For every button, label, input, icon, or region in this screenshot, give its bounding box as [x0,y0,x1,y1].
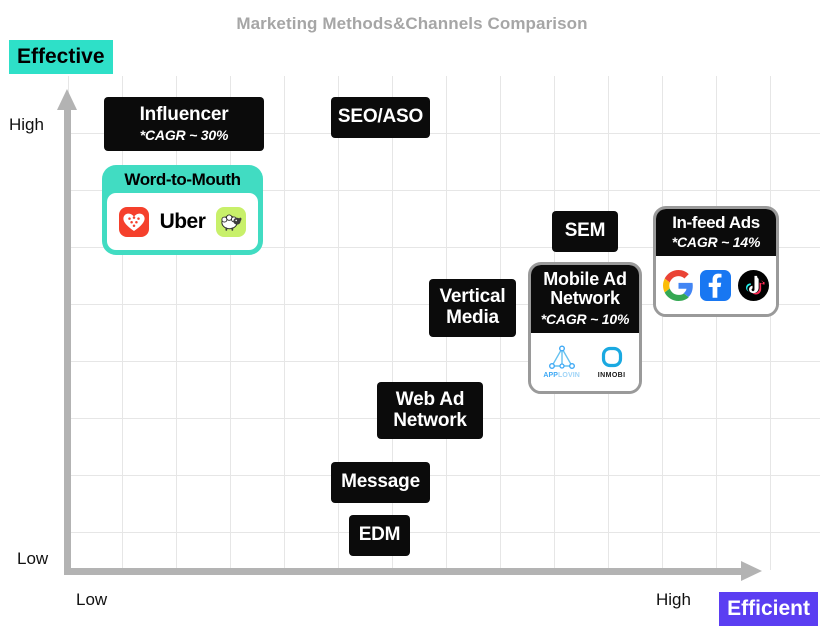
item-title-line1: Mobile Ad [543,269,627,289]
item-box-sem[interactable]: SEM [552,211,618,252]
item-title-line2: Network [550,288,620,309]
item-title: Message [341,471,420,493]
item-title: EDM [358,524,401,546]
item-cagr-note: *CAGR ~ 30% [139,127,229,144]
item-card-head: Mobile Ad Network *CAGR ~ 10% [531,265,639,333]
effective-axis-badge: Effective [9,40,113,74]
item-box-seo-aso[interactable]: SEO/ASO [331,97,430,138]
page-title: Marketing Methods&Channels Comparison [236,14,588,33]
item-box-edm[interactable]: EDM [349,515,410,556]
item-title-line1: Vertical [439,286,506,308]
logo-strip: APPLOVIN INMOBI [531,332,639,391]
logo-strip: Uber [107,193,258,250]
inmobi-logo-icon: INMOBI [597,345,627,379]
item-title-line2: Media [446,307,499,328]
item-title: Influencer [139,103,229,125]
item-card-mobile-ad-network[interactable]: Mobile Ad Network *CAGR ~ 10% APPLOVIN I… [528,262,642,394]
gridline-vertical [770,76,771,570]
gridline-vertical [716,76,717,570]
item-box-vertical-media[interactable]: Vertical Media [429,279,516,337]
logo-strip [656,256,776,314]
item-cagr-note: *CAGR ~ 14% [671,234,761,251]
x-axis-label-high: High [656,590,691,609]
x-axis-line [64,568,746,575]
gridline-horizontal [68,361,820,362]
facebook-logo-icon [700,269,732,301]
item-box-influencer[interactable]: Influencer *CAGR ~ 30% [104,97,264,151]
x-axis-label-low: Low [76,590,108,609]
item-cagr-note: *CAGR ~ 10% [540,310,630,327]
uber-logo: Uber [159,209,206,233]
item-title-line2: Network [393,409,467,431]
x-axis-arrow-icon [741,561,762,581]
applovin-wordmark: APPLOVIN [543,371,580,379]
gridline-horizontal [68,532,820,533]
y-axis-label-high: High [9,115,44,134]
item-title-line1: Web Ad [395,388,465,410]
y-axis-line [64,108,71,572]
gridline-horizontal [68,475,820,476]
efficient-axis-badge: Efficient [719,592,818,626]
item-box-web-ad-network[interactable]: Web Ad Network [377,382,483,439]
tiktok-logo-icon [737,269,769,301]
item-card-head: In-feed Ads *CAGR ~ 14% [656,209,776,257]
item-title: SEM [564,220,606,242]
y-axis-arrow-icon [57,89,77,110]
sheep-logo-icon [216,206,247,237]
gridline-vertical [284,76,285,570]
applovin-logo-icon: APPLOVIN [543,345,580,379]
item-title: Word-to-Mouth [124,170,241,189]
item-card-in-feed-ads[interactable]: In-feed Ads *CAGR ~ 14% [653,206,779,317]
inmobi-wordmark: INMOBI [597,371,626,379]
google-logo-icon [663,269,694,301]
y-axis-label-low: Low [17,549,49,568]
item-title: In-feed Ads [672,213,760,232]
gridline-vertical [662,76,663,570]
item-card-word-to-mouth[interactable]: Word-to-Mouth Uber [102,165,263,255]
item-title: SEO/ASO [337,106,424,128]
item-box-message[interactable]: Message [331,462,430,503]
xiaohongshu-logo-icon [118,206,149,237]
